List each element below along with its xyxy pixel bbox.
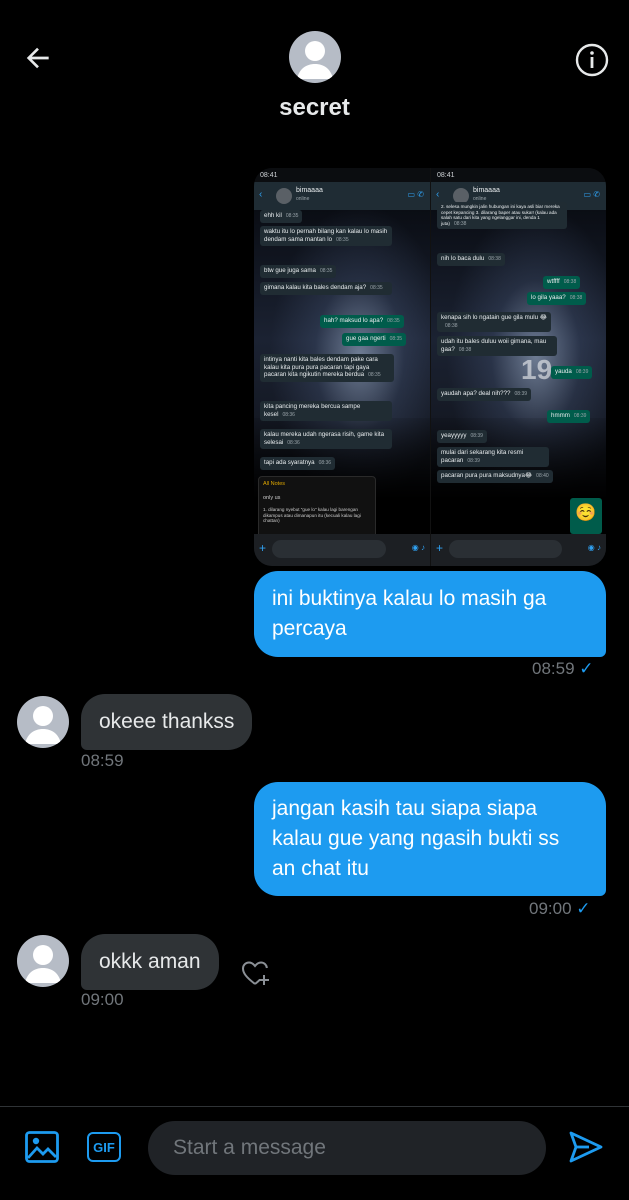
avatar[interactable] bbox=[289, 31, 341, 83]
notes-body: 1. dilarang nyebut "gue lo" kalau lagi b… bbox=[263, 507, 361, 524]
whatsapp-composer: + ◉ ♪ bbox=[431, 534, 606, 566]
chat-bubble: wtffff 08:38 bbox=[543, 276, 581, 289]
message-text: okkk aman bbox=[99, 950, 201, 973]
phone-status-time: 08:41 bbox=[437, 172, 455, 179]
chat-bubble: yaudah apa? deal nih??? 08:39 bbox=[437, 388, 532, 401]
avatar[interactable] bbox=[17, 696, 69, 748]
screenshot-right-phone: 08:41 ‹ bimaaaa online ▭ ✆ 19 2. selesa … bbox=[431, 168, 606, 566]
chat-bubble: waktu itu lo pernah bilang kan kalau lo … bbox=[260, 226, 392, 247]
message-composer: GIF bbox=[0, 1106, 629, 1200]
wallpaper-number: 19 bbox=[521, 354, 553, 385]
plus-icon: + bbox=[436, 541, 444, 555]
chat-bubble: 2. selesa mungkin jalin hubungan ini kay… bbox=[437, 202, 567, 230]
whatsapp-input bbox=[272, 540, 386, 558]
message-input[interactable] bbox=[148, 1121, 546, 1175]
message-time: 09:00 bbox=[529, 899, 572, 918]
contact-avatar bbox=[276, 188, 292, 204]
smile-emoji-icon: ☺️ bbox=[570, 498, 602, 534]
chat-bubble: udah itu bales duluu woii gimana, mau ga… bbox=[437, 336, 557, 357]
chat-bubble: ehh kil 08:35 bbox=[260, 210, 303, 223]
plus-icon: + bbox=[259, 541, 267, 555]
received-message[interactable]: okkk aman bbox=[81, 934, 219, 990]
chat-bubble: gue gaa ngerti 08:35 bbox=[342, 333, 407, 346]
chat-bubble: lo gila yaaa? 08:38 bbox=[527, 292, 587, 305]
notes-attachment: All Notes only us 1. dilarang nyebut "gu… bbox=[258, 476, 376, 538]
chat-bubble: hmmm 08:39 bbox=[547, 410, 591, 423]
default-avatar-icon bbox=[25, 945, 61, 983]
send-button[interactable] bbox=[566, 1127, 606, 1167]
video-call-icon: ▭ ✆ bbox=[583, 190, 600, 199]
contact-status: online bbox=[296, 196, 310, 202]
chevron-left-icon: ‹ bbox=[259, 189, 263, 200]
screenshot-left-phone: 08:41 ‹ bimaaaa online ▭ ✆ 5 ehh kil08:3… bbox=[254, 168, 430, 566]
chat-bubble: kalau mereka udah ngerasa risih, game ki… bbox=[260, 429, 392, 450]
notes-header: All Notes bbox=[263, 481, 286, 487]
chat-bubble: pacaran pura pura maksudnya😂 08:40 bbox=[437, 470, 553, 483]
conversation-header: secret bbox=[0, 0, 629, 140]
add-photo-button[interactable] bbox=[22, 1127, 62, 1167]
check-icon: ✓ bbox=[579, 659, 594, 678]
sent-message[interactable]: ini buktinya kalau lo masih ga percaya bbox=[254, 571, 606, 657]
chat-bubble: yauda 08:39 bbox=[551, 366, 593, 379]
conversation-title[interactable]: secret bbox=[0, 94, 629, 122]
check-icon: ✓ bbox=[576, 899, 591, 918]
gif-icon: GIF bbox=[87, 1132, 121, 1162]
message-time: 09:00 bbox=[81, 990, 124, 1009]
chat-bubble: yeayyyyy 08:39 bbox=[437, 430, 487, 443]
contact-name: bimaaaa bbox=[296, 187, 323, 194]
add-reaction-button[interactable] bbox=[240, 958, 272, 990]
heart-plus-icon bbox=[241, 961, 269, 985]
chat-bubble: btw gue juga sama 08:35 bbox=[260, 265, 337, 278]
chat-bubble: kenapa sih lo ngatain gue gila mulu 😂08:… bbox=[437, 312, 551, 333]
chat-bubble: hah? maksud lo apa? 08:35 bbox=[320, 315, 404, 328]
default-avatar-icon bbox=[297, 41, 333, 79]
info-button[interactable] bbox=[574, 42, 610, 78]
chat-bubble: intinya nanti kita bales dendam pake car… bbox=[260, 354, 394, 382]
message-meta: 08:59 ✓ bbox=[532, 659, 594, 679]
contact-name: bimaaaa bbox=[473, 187, 500, 194]
whatsapp-appbar: ‹ bimaaaa online ▭ ✆ bbox=[254, 182, 430, 210]
video-call-icon: ▭ ✆ bbox=[407, 190, 424, 199]
chat-bubble: mulai dari sekarang kita resmi pacaran 08… bbox=[437, 447, 549, 468]
message-text: jangan kasih tau siapa siapa kalau gue y… bbox=[272, 797, 560, 880]
info-icon bbox=[575, 43, 609, 77]
attached-image[interactable]: 08:41 ‹ bimaaaa online ▭ ✆ 5 ehh kil08:3… bbox=[254, 168, 606, 566]
whatsapp-input bbox=[449, 540, 562, 558]
message-text: okeee thankss bbox=[99, 710, 235, 733]
chevron-left-icon: ‹ bbox=[436, 189, 440, 200]
arrow-left-icon bbox=[26, 47, 49, 69]
camera-icon: ◉ ♪ bbox=[411, 543, 425, 552]
received-message[interactable]: okeee thankss bbox=[81, 694, 253, 750]
message-text: ini buktinya kalau lo masih ga percaya bbox=[272, 587, 547, 640]
whatsapp-composer: + ◉ ♪ bbox=[254, 534, 430, 566]
gif-button[interactable]: GIF bbox=[84, 1127, 124, 1167]
send-icon bbox=[569, 1131, 603, 1163]
chat-bubble: gimana kalau kita bales dendam aja? 08:35 bbox=[260, 282, 392, 295]
camera-icon: ◉ ♪ bbox=[587, 543, 601, 552]
back-button[interactable] bbox=[18, 38, 58, 78]
chat-bubble: nih lo baca dulu 08:38 bbox=[437, 253, 505, 266]
notes-title: only us bbox=[263, 495, 281, 501]
sent-message[interactable]: jangan kasih tau siapa siapa kalau gue y… bbox=[254, 782, 606, 896]
chat-bubble: kita pancing mereka bercua sampe kesel 08… bbox=[260, 401, 392, 422]
message-meta: 09:00 ✓ bbox=[529, 899, 591, 919]
default-avatar-icon bbox=[25, 706, 61, 744]
chat-bubble: tapi ada syaratnya 08:36 bbox=[260, 457, 336, 470]
phone-status-time: 08:41 bbox=[260, 172, 278, 179]
image-icon bbox=[25, 1131, 59, 1163]
message-time: 08:59 bbox=[532, 659, 575, 678]
avatar[interactable] bbox=[17, 935, 69, 987]
message-time: 08:59 bbox=[81, 751, 124, 770]
